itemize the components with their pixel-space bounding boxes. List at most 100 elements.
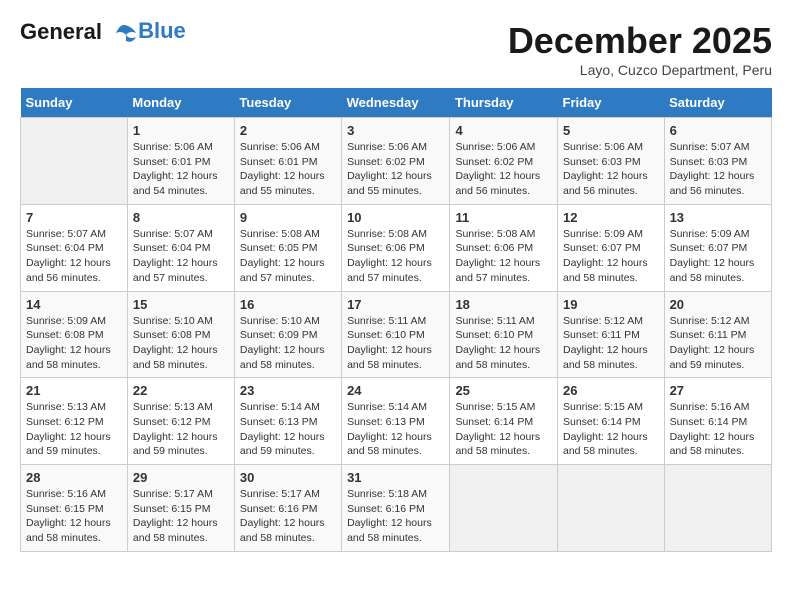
day-number: 27 — [670, 383, 766, 398]
day-number: 20 — [670, 297, 766, 312]
day-info: Sunrise: 5:08 AMSunset: 6:06 PMDaylight:… — [347, 227, 444, 286]
header-tuesday: Tuesday — [234, 88, 341, 118]
day-info: Sunrise: 5:06 AMSunset: 6:02 PMDaylight:… — [455, 140, 552, 199]
calendar-cell: 17 Sunrise: 5:11 AMSunset: 6:10 PMDayligh… — [342, 291, 450, 378]
calendar-table: SundayMondayTuesdayWednesdayThursdayFrid… — [20, 88, 772, 552]
calendar-cell: 31 Sunrise: 5:18 AMSunset: 6:16 PMDayligh… — [342, 465, 450, 552]
day-number: 11 — [455, 210, 552, 225]
day-number: 2 — [240, 123, 336, 138]
day-info: Sunrise: 5:06 AMSunset: 6:01 PMDaylight:… — [133, 140, 229, 199]
day-info: Sunrise: 5:16 AMSunset: 6:15 PMDaylight:… — [26, 487, 122, 546]
day-info: Sunrise: 5:07 AMSunset: 6:04 PMDaylight:… — [26, 227, 122, 286]
day-info: Sunrise: 5:09 AMSunset: 6:07 PMDaylight:… — [563, 227, 659, 286]
day-number: 22 — [133, 383, 229, 398]
calendar-week-5: 28Sunrise: 5:16 AMSunset: 6:15 PMDayligh… — [21, 465, 772, 552]
day-info: Sunrise: 5:18 AMSunset: 6:16 PMDaylight:… — [347, 487, 444, 546]
header-thursday: Thursday — [450, 88, 558, 118]
day-number: 29 — [133, 470, 229, 485]
calendar-cell: 15 Sunrise: 5:10 AMSunset: 6:08 PMDayligh… — [127, 291, 234, 378]
calendar-cell: 10 Sunrise: 5:08 AMSunset: 6:06 PMDayligh… — [342, 204, 450, 291]
logo-line1: General — [20, 19, 102, 44]
calendar-week-2: 7 Sunrise: 5:07 AMSunset: 6:04 PMDaylight… — [21, 204, 772, 291]
day-info: Sunrise: 5:17 AMSunset: 6:16 PMDaylight:… — [240, 487, 336, 546]
logo-text: General Blue — [20, 20, 186, 44]
calendar-cell: 24Sunrise: 5:14 AMSunset: 6:13 PMDayligh… — [342, 378, 450, 465]
calendar-cell: 5 Sunrise: 5:06 AMSunset: 6:03 PMDaylight… — [558, 118, 665, 205]
day-info: Sunrise: 5:12 AMSunset: 6:11 PMDaylight:… — [563, 314, 659, 373]
calendar-cell: 26 Sunrise: 5:15 AMSunset: 6:14 PMDayligh… — [558, 378, 665, 465]
header-sunday: Sunday — [21, 88, 128, 118]
day-number: 15 — [133, 297, 229, 312]
day-number: 18 — [455, 297, 552, 312]
day-number: 17 — [347, 297, 444, 312]
day-info: Sunrise: 5:11 AMSunset: 6:10 PMDaylight:… — [347, 314, 444, 373]
logo-bird-icon — [110, 23, 138, 43]
calendar-cell: 29 Sunrise: 5:17 AMSunset: 6:15 PMDayligh… — [127, 465, 234, 552]
day-info: Sunrise: 5:10 AMSunset: 6:09 PMDaylight:… — [240, 314, 336, 373]
day-info: Sunrise: 5:09 AMSunset: 6:07 PMDaylight:… — [670, 227, 766, 286]
day-number: 6 — [670, 123, 766, 138]
day-info: Sunrise: 5:16 AMSunset: 6:14 PMDaylight:… — [670, 400, 766, 459]
calendar-cell: 14 Sunrise: 5:09 AMSunset: 6:08 PMDayligh… — [21, 291, 128, 378]
calendar-cell: 2 Sunrise: 5:06 AMSunset: 6:01 PMDaylight… — [234, 118, 341, 205]
calendar-cell: 22 Sunrise: 5:13 AMSunset: 6:12 PMDayligh… — [127, 378, 234, 465]
header: General Blue December 2025 Layo, Cuzco D… — [20, 20, 772, 78]
day-number: 16 — [240, 297, 336, 312]
calendar-week-1: 1 Sunrise: 5:06 AMSunset: 6:01 PMDaylight… — [21, 118, 772, 205]
day-number: 1 — [133, 123, 229, 138]
day-info: Sunrise: 5:06 AMSunset: 6:03 PMDaylight:… — [563, 140, 659, 199]
day-info: Sunrise: 5:08 AMSunset: 6:06 PMDaylight:… — [455, 227, 552, 286]
day-number: 21 — [26, 383, 122, 398]
calendar-cell: 11 Sunrise: 5:08 AMSunset: 6:06 PMDayligh… — [450, 204, 558, 291]
day-info: Sunrise: 5:06 AMSunset: 6:01 PMDaylight:… — [240, 140, 336, 199]
calendar-cell: 8 Sunrise: 5:07 AMSunset: 6:04 PMDaylight… — [127, 204, 234, 291]
day-number: 30 — [240, 470, 336, 485]
header-saturday: Saturday — [664, 88, 771, 118]
day-number: 31 — [347, 470, 444, 485]
day-number: 12 — [563, 210, 659, 225]
calendar-cell: 16 Sunrise: 5:10 AMSunset: 6:09 PMDayligh… — [234, 291, 341, 378]
calendar-cell — [558, 465, 665, 552]
calendar-cell: 4Sunrise: 5:06 AMSunset: 6:02 PMDaylight… — [450, 118, 558, 205]
calendar-cell: 3Sunrise: 5:06 AMSunset: 6:02 PMDaylight… — [342, 118, 450, 205]
calendar-cell: 12 Sunrise: 5:09 AMSunset: 6:07 PMDayligh… — [558, 204, 665, 291]
header-wednesday: Wednesday — [342, 88, 450, 118]
title-area: December 2025 Layo, Cuzco Department, Pe… — [508, 20, 772, 78]
day-number: 7 — [26, 210, 122, 225]
day-info: Sunrise: 5:07 AMSunset: 6:04 PMDaylight:… — [133, 227, 229, 286]
header-monday: Monday — [127, 88, 234, 118]
day-number: 10 — [347, 210, 444, 225]
day-info: Sunrise: 5:14 AMSunset: 6:13 PMDaylight:… — [240, 400, 336, 459]
day-info: Sunrise: 5:13 AMSunset: 6:12 PMDaylight:… — [133, 400, 229, 459]
header-friday: Friday — [558, 88, 665, 118]
month-title: December 2025 — [508, 20, 772, 62]
calendar-cell: 23Sunrise: 5:14 AMSunset: 6:13 PMDayligh… — [234, 378, 341, 465]
calendar-cell — [21, 118, 128, 205]
calendar-cell: 7 Sunrise: 5:07 AMSunset: 6:04 PMDaylight… — [21, 204, 128, 291]
day-info: Sunrise: 5:11 AMSunset: 6:10 PMDaylight:… — [455, 314, 552, 373]
day-info: Sunrise: 5:10 AMSunset: 6:08 PMDaylight:… — [133, 314, 229, 373]
day-info: Sunrise: 5:13 AMSunset: 6:12 PMDaylight:… — [26, 400, 122, 459]
day-info: Sunrise: 5:12 AMSunset: 6:11 PMDaylight:… — [670, 314, 766, 373]
day-info: Sunrise: 5:15 AMSunset: 6:14 PMDaylight:… — [455, 400, 552, 459]
calendar-cell — [450, 465, 558, 552]
day-number: 13 — [670, 210, 766, 225]
day-info: Sunrise: 5:17 AMSunset: 6:15 PMDaylight:… — [133, 487, 229, 546]
calendar-header-row: SundayMondayTuesdayWednesdayThursdayFrid… — [21, 88, 772, 118]
calendar-week-3: 14 Sunrise: 5:09 AMSunset: 6:08 PMDayligh… — [21, 291, 772, 378]
day-info: Sunrise: 5:07 AMSunset: 6:03 PMDaylight:… — [670, 140, 766, 199]
day-info: Sunrise: 5:09 AMSunset: 6:08 PMDaylight:… — [26, 314, 122, 373]
calendar-week-4: 21 Sunrise: 5:13 AMSunset: 6:12 PMDayligh… — [21, 378, 772, 465]
calendar-cell: 30 Sunrise: 5:17 AMSunset: 6:16 PMDayligh… — [234, 465, 341, 552]
day-info: Sunrise: 5:15 AMSunset: 6:14 PMDaylight:… — [563, 400, 659, 459]
calendar-cell: 13 Sunrise: 5:09 AMSunset: 6:07 PMDayligh… — [664, 204, 771, 291]
day-number: 26 — [563, 383, 659, 398]
calendar-cell — [664, 465, 771, 552]
day-number: 19 — [563, 297, 659, 312]
calendar-cell: 1 Sunrise: 5:06 AMSunset: 6:01 PMDaylight… — [127, 118, 234, 205]
day-info: Sunrise: 5:08 AMSunset: 6:05 PMDaylight:… — [240, 227, 336, 286]
day-number: 5 — [563, 123, 659, 138]
day-number: 8 — [133, 210, 229, 225]
calendar-cell: 19 Sunrise: 5:12 AMSunset: 6:11 PMDayligh… — [558, 291, 665, 378]
day-number: 14 — [26, 297, 122, 312]
